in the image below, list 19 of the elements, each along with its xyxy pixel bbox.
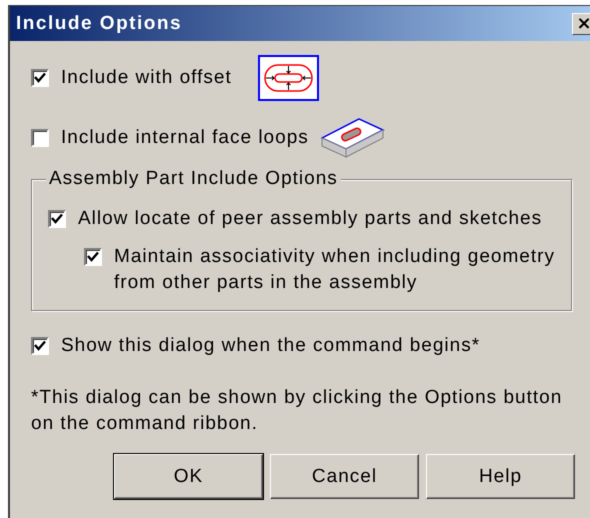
option-label: Maintain associativity when including geometry from other parts in the assembly: [114, 245, 556, 295]
close-button[interactable]: ×: [572, 12, 590, 34]
offset-profile-icon: [258, 55, 319, 101]
dialog-button[interactable]: Cancel: [270, 454, 419, 499]
checkbox[interactable]: [31, 337, 49, 355]
checkbox[interactable]: [48, 210, 66, 228]
group-title: Assembly Part Include Options: [46, 168, 341, 190]
dialog-button[interactable]: Help: [426, 454, 575, 499]
option-label: Include with offset: [61, 66, 232, 90]
checkbox[interactable]: [31, 129, 49, 147]
block-with-slot-icon: [320, 118, 385, 158]
window-title: Include Options: [16, 12, 182, 34]
dialog-button[interactable]: OK: [114, 454, 263, 499]
option-label: Include internal face loops: [61, 126, 309, 150]
option-label: Allow locate of peer assembly parts and sketches: [78, 207, 544, 231]
note-text: *This dialog can be shown by clicking the Options button on the command ribbon.: [31, 386, 564, 436]
option-label: Show this dialog when the command begins*: [61, 334, 480, 358]
checkbox[interactable]: [84, 248, 102, 266]
checkbox[interactable]: [31, 69, 49, 87]
